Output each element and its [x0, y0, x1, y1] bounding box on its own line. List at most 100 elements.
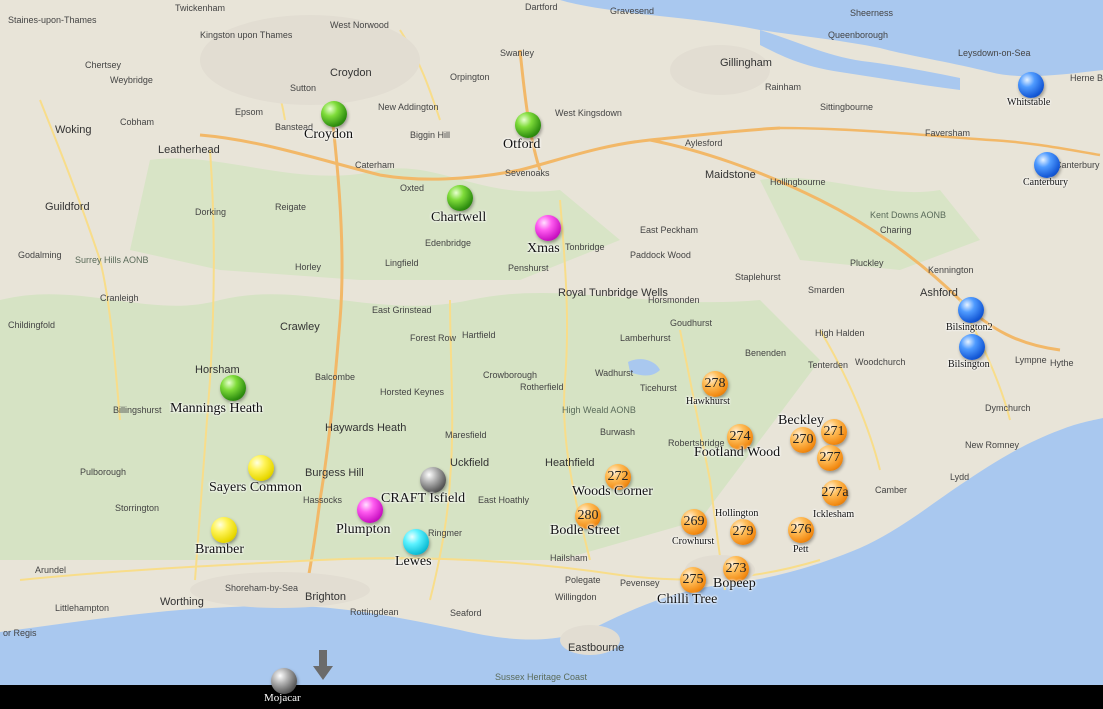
otford-marker[interactable]: [515, 112, 541, 138]
town-label: Swanley: [500, 48, 535, 58]
site-label: Bodle Street: [550, 523, 620, 538]
town-label: Lingfield: [385, 258, 419, 268]
town-label: Cranleigh: [100, 293, 139, 303]
site-271-marker[interactable]: 271: [821, 419, 847, 445]
site-label: Pett: [793, 544, 809, 555]
town-label: Dartford: [525, 2, 558, 12]
town-label: Crawley: [280, 321, 320, 333]
xmas-marker[interactable]: [535, 215, 561, 241]
town-label: Queenborough: [828, 30, 889, 40]
bramber-marker[interactable]: [211, 517, 237, 543]
mannings-heath-marker[interactable]: [220, 375, 246, 401]
town-label: Guildford: [45, 201, 90, 213]
bramber-label: Bramber: [195, 542, 244, 557]
site-278-marker[interactable]: 278: [702, 371, 728, 397]
town-label: Kennington: [928, 265, 974, 275]
whitstable-marker[interactable]: [1018, 72, 1044, 98]
town-label: Cobham: [120, 117, 155, 127]
mannings-heath-label: Mannings Heath: [170, 401, 263, 416]
site-279-marker[interactable]: 279: [730, 519, 756, 545]
town-label: Herne B: [1070, 73, 1103, 83]
scroll-down-arrow-icon[interactable]: [312, 648, 334, 682]
town-label: Twickenham: [175, 3, 226, 13]
site-label: Hollington: [715, 508, 759, 519]
bilsington-marker[interactable]: [959, 334, 985, 360]
town-label: Pluckley: [850, 258, 884, 268]
town-label: Lydd: [950, 472, 970, 482]
town-label: Littlehampton: [55, 603, 110, 613]
town-label: Oxted: [400, 183, 425, 193]
town-label: Ashford: [920, 287, 958, 299]
town-label: Shoreham-by-Sea: [225, 583, 299, 593]
site-277a-marker[interactable]: 277a: [821, 480, 849, 506]
site-label: Chilli Tree: [657, 592, 718, 607]
town-label: Hailsham: [550, 553, 588, 563]
plumpton-label: Plumpton: [336, 522, 391, 537]
sayers-common-label: Sayers Common: [209, 480, 302, 495]
town-label: Godalming: [18, 250, 62, 260]
town-label: Eastbourne: [568, 642, 625, 654]
site-276-marker[interactable]: 276: [788, 517, 814, 543]
sayers-common-marker[interactable]: [248, 455, 274, 481]
town-label: Orpington: [450, 72, 490, 82]
lewes-marker[interactable]: [403, 529, 429, 555]
town-label: Hythe: [1050, 358, 1074, 368]
bottom-toolbar: [0, 685, 1103, 709]
town-label: Hassocks: [303, 495, 343, 505]
town-label: New Romney: [965, 440, 1020, 450]
town-label: Sussex Heritage Coast: [495, 672, 588, 682]
town-label: Croydon: [330, 67, 372, 79]
town-label: Sutton: [290, 83, 317, 93]
town-label: Willingdon: [555, 592, 597, 602]
town-label: Wadhurst: [595, 368, 634, 378]
town-label: Haywards Heath: [325, 422, 407, 434]
bilsington2-marker[interactable]: [958, 297, 984, 323]
town-label: Woking: [55, 124, 92, 136]
town-label: Caterham: [355, 160, 395, 170]
town-label: Gravesend: [610, 6, 655, 16]
town-label: Goudhurst: [670, 318, 713, 328]
town-label: High Weald AONB: [562, 405, 636, 415]
town-label: Dymchurch: [985, 403, 1031, 413]
croydon-label: Croydon: [304, 127, 353, 142]
craft-isfield-marker[interactable]: [420, 467, 446, 493]
town-label: Tenterden: [808, 360, 849, 370]
town-label: Burgess Hill: [305, 467, 364, 479]
site-277-marker[interactable]: 277: [817, 445, 843, 471]
town-label: Kent Downs AONB: [870, 210, 947, 220]
town-label: Billingshurst: [113, 405, 162, 415]
bilsington-label: Bilsington: [948, 359, 990, 370]
chartwell-label: Chartwell: [431, 210, 487, 225]
town-label: Weybridge: [110, 75, 153, 85]
town-label: Pevensey: [620, 578, 660, 588]
craft-isfield-label: CRAFT Isfield: [381, 491, 466, 506]
town-label: Worthing: [160, 596, 204, 608]
canterbury-marker[interactable]: [1034, 152, 1060, 178]
mojacar-marker[interactable]: [271, 668, 297, 694]
town-label: Chertsey: [85, 60, 122, 70]
town-label: Lympne: [1015, 355, 1047, 365]
site-269-marker[interactable]: 269: [681, 509, 707, 535]
town-label: Arundel: [35, 565, 67, 575]
otford-label: Otford: [503, 137, 541, 152]
chartwell-marker[interactable]: [447, 185, 473, 211]
town-label: Burwash: [600, 427, 636, 437]
town-label: Heathfield: [545, 457, 595, 469]
town-label: Crowborough: [483, 370, 538, 380]
site-270-marker[interactable]: 270: [790, 427, 816, 453]
plumpton-marker[interactable]: [357, 497, 383, 523]
bilsington2-label: Bilsington2: [946, 322, 993, 333]
site-label: Beckley: [778, 413, 824, 428]
site-label: Hawkhurst: [686, 396, 730, 407]
croydon-marker[interactable]: [321, 101, 347, 127]
town-label: Uckfield: [450, 457, 490, 469]
town-label: Polegate: [565, 575, 601, 585]
town-label: Aylesford: [685, 138, 723, 148]
town-label: Hartfield: [462, 330, 496, 340]
town-label: Paddock Wood: [630, 250, 691, 260]
map-canvas[interactable]: Staines-upon-Thames Twickenham Kingston up…: [0, 0, 1103, 709]
town-label: Staines-upon-Thames: [8, 15, 97, 25]
site-275-marker[interactable]: 275: [680, 567, 706, 593]
town-label: Hollingbourne: [770, 177, 826, 187]
town-label: Rotherfield: [520, 382, 564, 392]
